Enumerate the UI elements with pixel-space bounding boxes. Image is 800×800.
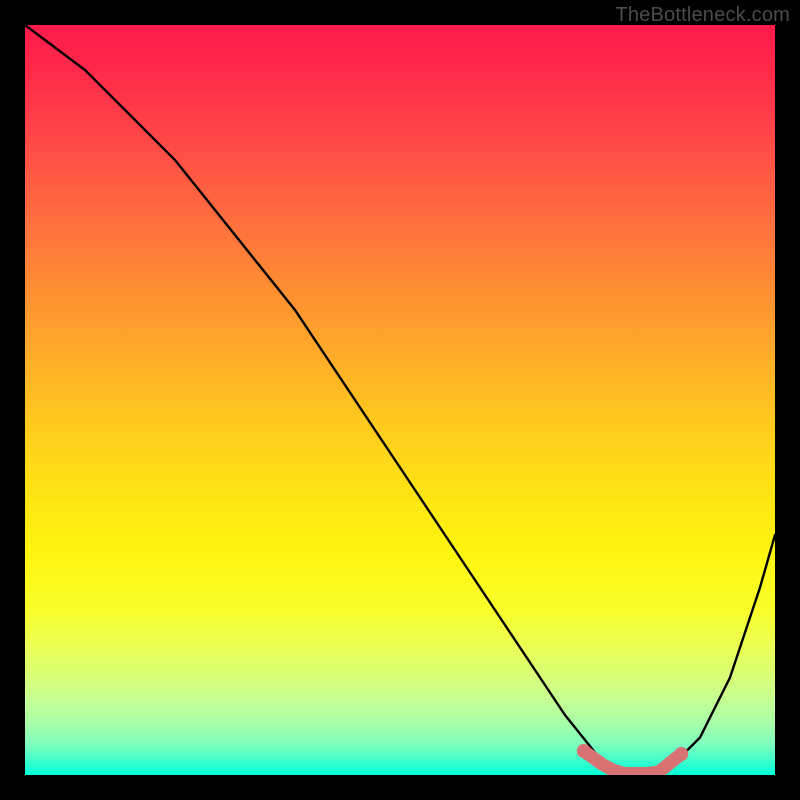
bottleneck-curve [25, 25, 775, 775]
chart-frame: TheBottleneck.com [0, 0, 800, 800]
curve-layer [25, 25, 775, 775]
sweet-spot-dot [577, 744, 591, 758]
sweet-spot-markers [584, 751, 682, 774]
sweet-spot-endcaps [577, 744, 689, 761]
sweet-spot-dot [674, 747, 688, 761]
plot-area [25, 25, 775, 775]
watermark-text: TheBottleneck.com [615, 4, 790, 27]
